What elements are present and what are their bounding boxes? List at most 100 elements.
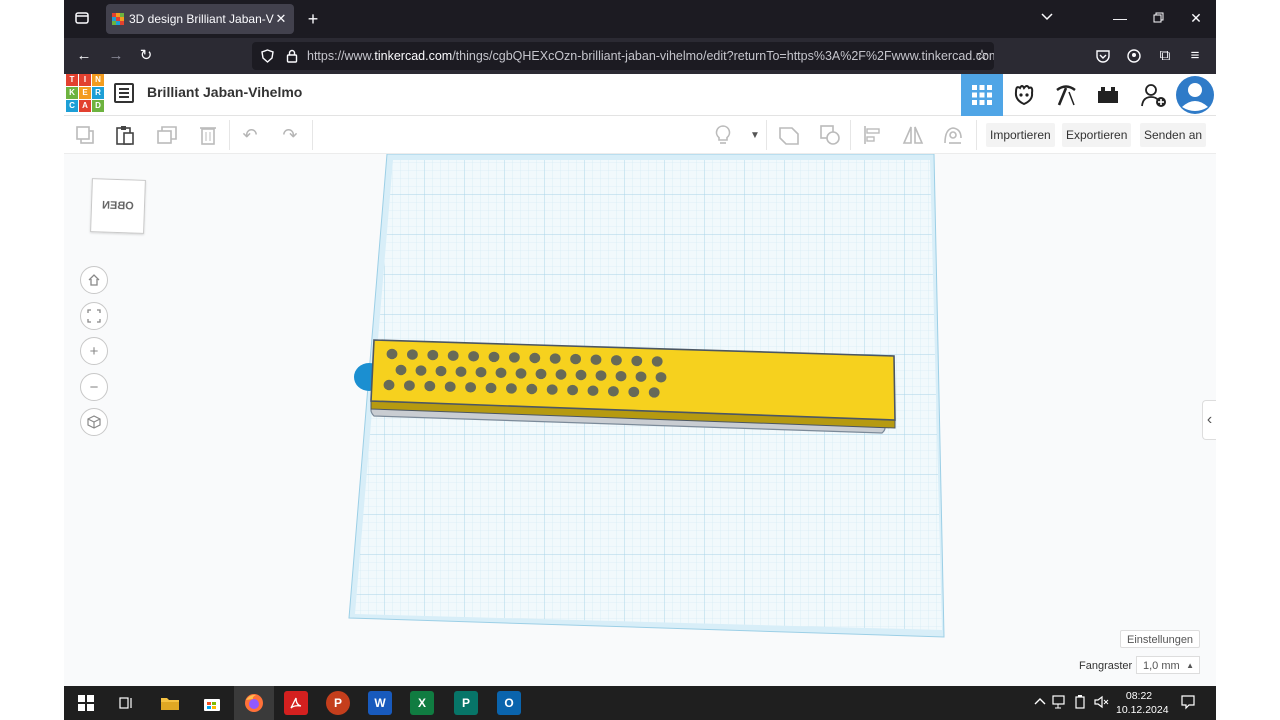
extensions-icon[interactable]: ⧉ (1156, 38, 1174, 74)
firefox-icon[interactable] (242, 691, 266, 715)
box-hole (427, 349, 439, 361)
dropdown-caret-icon[interactable]: ▼ (742, 122, 768, 148)
zoom-out-icon[interactable]: − (80, 373, 108, 401)
tray-chevron-icon[interactable] (1034, 695, 1046, 709)
new-tab-icon[interactable]: + (304, 9, 322, 30)
reload-icon[interactable]: ↻ (136, 38, 156, 74)
ungroup-icon[interactable] (817, 122, 843, 148)
zoom-in-icon[interactable]: + (80, 337, 108, 365)
windows-taskbar: P W X P O 08:22 10.12.2024 (64, 686, 1216, 720)
excel-icon[interactable]: X (410, 691, 434, 715)
taskbar-clock[interactable]: 08:22 10.12.2024 (1116, 689, 1169, 717)
tab-list-chevron-icon[interactable] (1039, 10, 1055, 27)
lock-icon[interactable] (283, 38, 301, 74)
network-icon[interactable] (1052, 695, 1068, 712)
menu-icon[interactable]: ≡ (1186, 38, 1204, 74)
pickaxe-icon[interactable] (1045, 74, 1087, 116)
notification-icon[interactable] (1180, 694, 1196, 713)
pocket-icon[interactable] (1094, 38, 1112, 74)
delete-icon[interactable] (195, 122, 221, 148)
fit-view-icon[interactable] (80, 302, 108, 330)
powerpoint-icon[interactable]: P (326, 691, 350, 715)
invite-user-icon[interactable] (1133, 74, 1175, 116)
import-button[interactable]: Importieren (986, 123, 1055, 147)
box-hole (485, 382, 497, 394)
box-hole (648, 387, 660, 398)
back-arrow-icon[interactable]: ← (74, 38, 94, 74)
logo-letter: I (79, 74, 91, 86)
file-explorer-icon[interactable] (158, 691, 182, 715)
tab-overview-icon[interactable] (74, 11, 90, 28)
align-icon[interactable] (860, 122, 886, 148)
restore-icon[interactable] (1150, 10, 1166, 26)
snap-grid-select[interactable]: 1,0 mm ▲ (1136, 656, 1200, 674)
settings-button[interactable]: Einstellungen (1120, 630, 1201, 648)
cruise-icon[interactable] (940, 122, 966, 148)
account-icon[interactable] (1125, 38, 1143, 74)
browser-tab-active[interactable]: 3D design Brilliant Jaban-Vihelmo ✕ (106, 4, 294, 34)
screen: 3D design Brilliant Jaban-Vihelmo ✕ + — … (64, 0, 1216, 720)
tab-close-icon[interactable]: ✕ (274, 11, 288, 27)
design-list-icon[interactable] (114, 83, 134, 103)
store-icon[interactable] (200, 691, 224, 715)
duplicate-icon[interactable] (154, 122, 180, 148)
snap-grid-value: 1,0 mm (1143, 660, 1180, 672)
minimize-icon[interactable]: — (1112, 10, 1128, 26)
redo-icon[interactable]: ↷ (277, 122, 303, 148)
windows-start-icon[interactable] (74, 691, 98, 715)
box-hole (395, 364, 407, 376)
panel-collapse-chevron-icon[interactable]: ‹ (1202, 400, 1216, 440)
box-hole (386, 348, 398, 360)
battery-icon[interactable] (1074, 695, 1086, 712)
forward-arrow-icon[interactable]: → (106, 38, 126, 74)
brick-icon[interactable] (1087, 74, 1129, 116)
snap-grid-label: Fangraster (1079, 660, 1133, 672)
box-hole (383, 379, 395, 391)
design-title[interactable]: Brilliant Jaban-Vihelmo (147, 84, 302, 100)
export-button[interactable]: Exportieren (1062, 123, 1132, 147)
clock-date: 10.12.2024 (1116, 704, 1169, 716)
box-hole (635, 371, 647, 382)
tinkercad-logo[interactable]: TIN KER CAD (66, 74, 104, 112)
paste-icon[interactable] (112, 122, 138, 148)
acrobat-icon[interactable] (284, 691, 308, 715)
3d-view-grid-button[interactable] (961, 74, 1003, 116)
volume-muted-icon[interactable] (1094, 695, 1110, 712)
projection-cube-icon[interactable] (80, 408, 108, 436)
logo-letter: N (92, 74, 104, 86)
workplane-canvas[interactable] (64, 154, 1216, 686)
mirror-icon[interactable] (900, 122, 926, 148)
publisher-icon[interactable]: P (454, 691, 478, 715)
bookmark-star-icon[interactable]: ☆ (972, 38, 992, 74)
lightbulb-icon[interactable] (710, 122, 736, 148)
box-hole (611, 355, 622, 366)
outlook-icon[interactable]: O (497, 691, 521, 715)
box-hole (570, 353, 581, 365)
box-hole (509, 352, 520, 363)
logo-letter: A (79, 100, 91, 112)
box-hole (615, 371, 627, 382)
group-icon[interactable] (776, 122, 802, 148)
copy-icon[interactable] (72, 122, 98, 148)
box-hole (546, 384, 558, 395)
viewcube[interactable]: OBEN (90, 178, 146, 234)
tinkercad-favicon-icon (112, 13, 124, 25)
workplane-area[interactable]: OBEN + − ‹ Einstellungen Fangraster 1,0 … (64, 154, 1216, 686)
home-view-icon[interactable] (80, 266, 108, 294)
window-close-icon[interactable]: ✕ (1188, 10, 1204, 27)
url-bar[interactable]: https://www.tinkercad.com/things/cgbQHEX… (252, 42, 994, 70)
user-avatar[interactable] (1174, 74, 1216, 116)
url-host: tinkercad.com (374, 49, 453, 63)
task-view-icon[interactable] (114, 691, 138, 715)
tab-title: 3D design Brilliant Jaban-Vihelmo (129, 12, 274, 26)
tracking-shield-icon[interactable] (258, 38, 276, 74)
logo-letter: C (66, 100, 78, 112)
undo-icon[interactable]: ↶ (237, 122, 263, 148)
codeblocks-icon[interactable] (1003, 74, 1045, 116)
send-to-button[interactable]: Senden an (1140, 123, 1207, 147)
box-hole (435, 365, 447, 377)
url-prefix: https://www. (307, 49, 375, 63)
word-icon[interactable]: W (368, 691, 392, 715)
box-hole (447, 350, 459, 361)
box-hole (404, 380, 415, 391)
